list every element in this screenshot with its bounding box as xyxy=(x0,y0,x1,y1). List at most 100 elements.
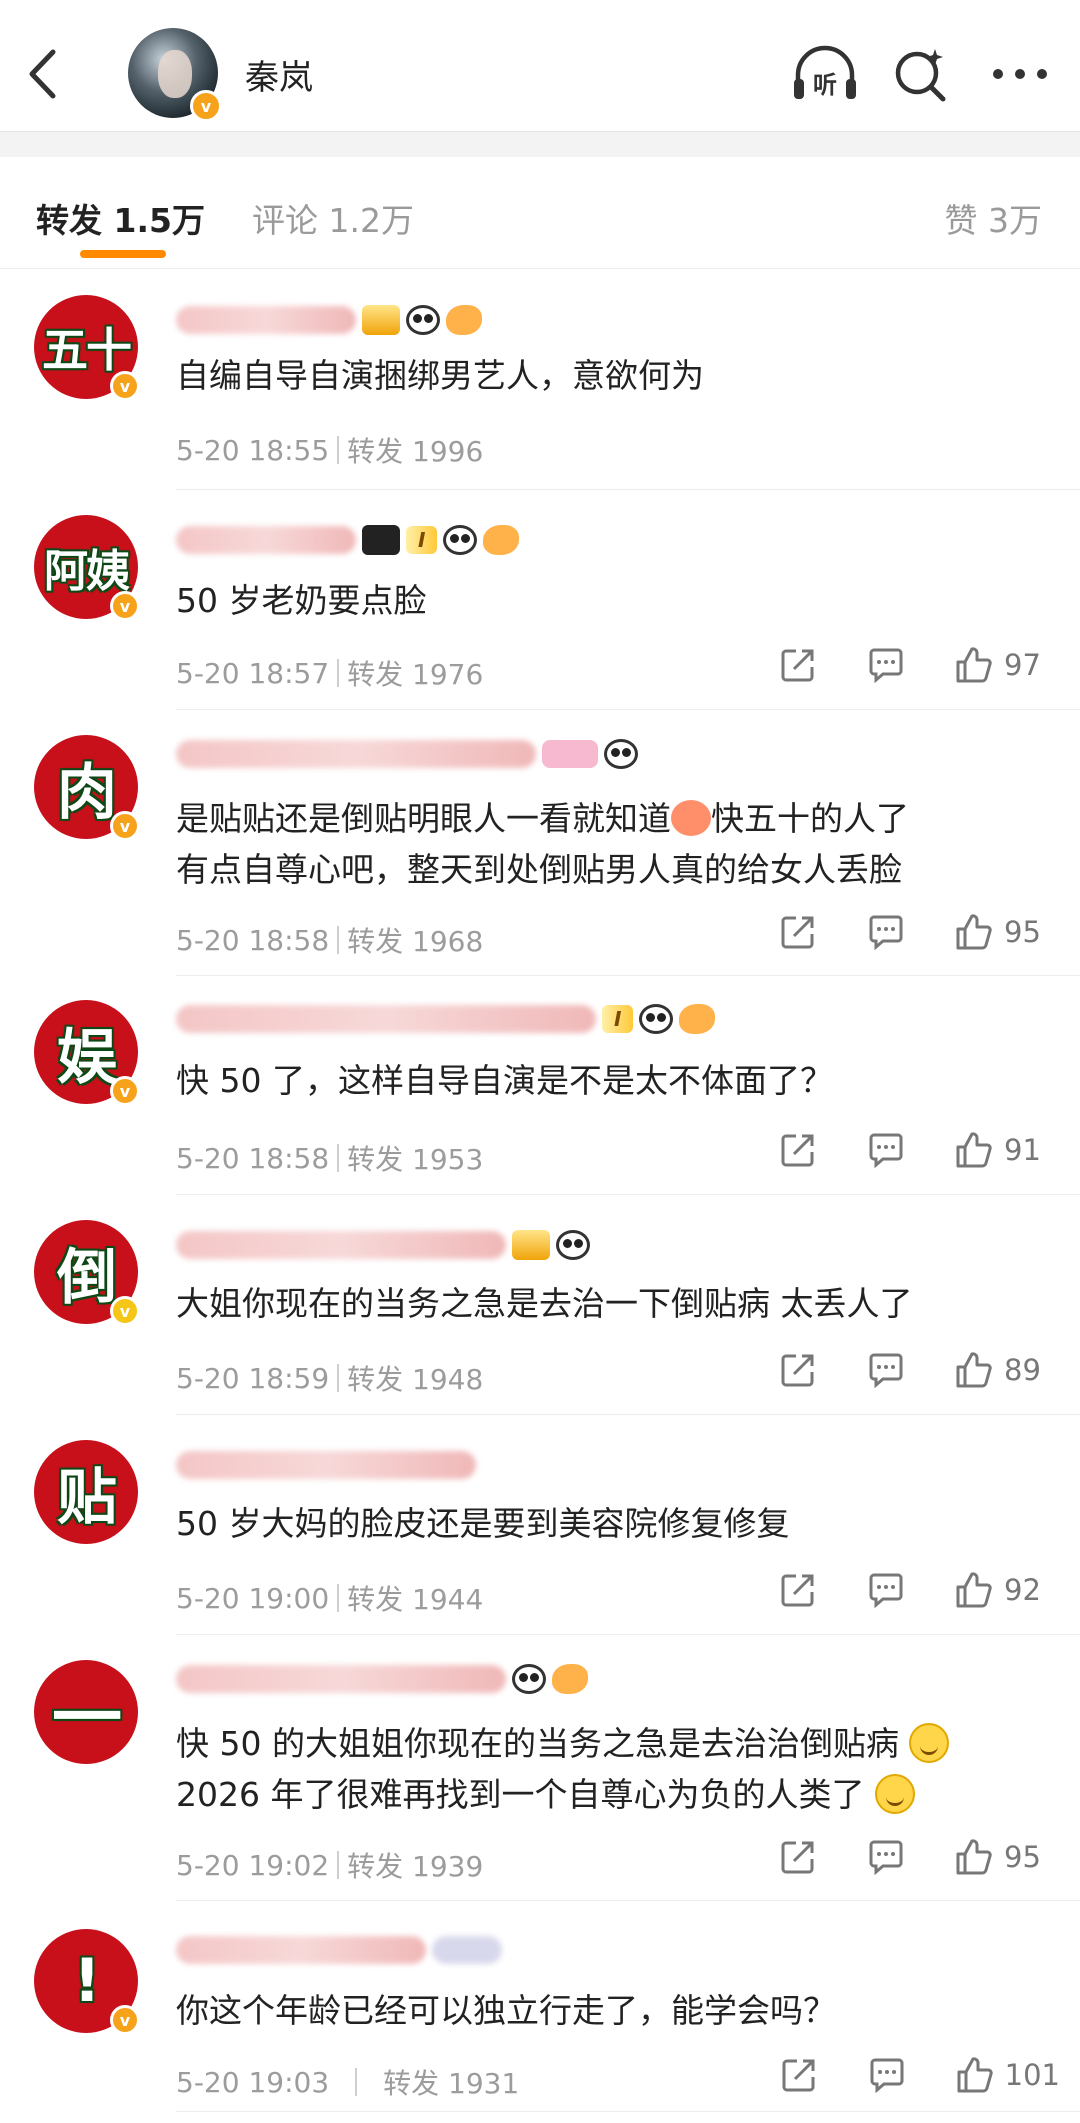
action-bar: 95 xyxy=(778,912,1044,952)
row-divider xyxy=(176,489,1080,490)
like-button[interactable] xyxy=(954,645,994,685)
username[interactable] xyxy=(176,737,638,771)
avatar[interactable]: 阿姨 v xyxy=(34,515,140,621)
thumbs-up-icon xyxy=(956,1572,992,1608)
comment-meta: 5-20 18:58 转发 1953 xyxy=(176,1138,483,1178)
verified-badge-icon: v xyxy=(190,90,222,122)
comment-icon xyxy=(869,1353,903,1388)
share-icon xyxy=(781,1841,814,1874)
comment-text: 快 50 了，这样自导自演是不是太不体面了？ xyxy=(176,1061,833,1100)
like-count: 89 xyxy=(1004,1353,1041,1387)
thumbs-up-icon xyxy=(956,1132,992,1168)
smile-emoji-icon xyxy=(874,1774,915,1814)
like-count: 95 xyxy=(1004,1840,1041,1874)
comment-text-part: 是贴贴还是倒贴明眼人一看就知道 xyxy=(176,799,671,838)
comment-meta: 5-20 18:55 转发 1996 xyxy=(176,430,483,470)
comment-icon xyxy=(869,1133,903,1168)
username[interactable] xyxy=(176,1448,476,1482)
profile-avatar[interactable]: v xyxy=(128,28,222,122)
thumbs-up-icon xyxy=(956,1839,992,1875)
like-count: 92 xyxy=(1004,1573,1041,1607)
comment-button[interactable] xyxy=(866,1130,906,1170)
action-bar: 101 xyxy=(779,2055,1060,2095)
crown-medal-icon xyxy=(512,1230,550,1260)
list-item: 倒 v 大姐你现在的当务之急是去治一下倒贴病 太丢人了 5-20 18:59 转发… xyxy=(0,1210,1080,1415)
blurred-username xyxy=(176,1451,476,1479)
username[interactable] xyxy=(176,1662,588,1696)
comment-button[interactable] xyxy=(866,1570,906,1610)
more-button[interactable] xyxy=(985,44,1055,104)
repost-count: 转发 1996 xyxy=(347,435,484,468)
comment-button[interactable] xyxy=(866,912,906,952)
comment-button[interactable] xyxy=(866,1350,906,1390)
section-divider xyxy=(0,131,1080,157)
share-button[interactable] xyxy=(778,1570,818,1610)
action-bar: 91 xyxy=(778,1130,1044,1170)
username[interactable] xyxy=(176,303,482,337)
back-button[interactable] xyxy=(22,44,62,104)
search-button[interactable] xyxy=(890,44,950,104)
comment-icon xyxy=(870,2058,904,2093)
share-icon xyxy=(781,916,814,949)
like-button[interactable] xyxy=(954,912,994,952)
comment-button[interactable] xyxy=(866,645,906,685)
avatar[interactable]: 肉 v xyxy=(34,735,140,841)
comment-text: 你这个年龄已经可以独立行走了，能学会吗？ xyxy=(176,1991,836,2030)
comment-meta: 5-20 19:00 转发 1944 xyxy=(176,1578,483,1618)
blurred-username xyxy=(176,1665,506,1693)
avatar[interactable]: 一 xyxy=(34,1660,138,1764)
username[interactable]: I xyxy=(176,1002,716,1036)
like-count: 95 xyxy=(1004,915,1041,949)
avatar[interactable]: 娱 v xyxy=(34,1000,140,1106)
panda-medal-icon xyxy=(443,525,478,555)
repost-count: 转发 1948 xyxy=(347,1363,484,1396)
blurred-username xyxy=(176,1005,596,1033)
share-button[interactable] xyxy=(778,1130,818,1170)
timestamp: 5-20 18:58 xyxy=(176,923,330,957)
tab-reposts[interactable]: 转发 1.5万 xyxy=(36,194,205,242)
comment-icon xyxy=(869,1573,903,1608)
username[interactable] xyxy=(176,1228,590,1262)
panda-medal-icon xyxy=(512,1664,546,1694)
thumbs-up-icon xyxy=(956,647,992,683)
level-badge: I xyxy=(406,526,438,554)
avatar[interactable]: 五十 v xyxy=(34,295,140,401)
like-button[interactable] xyxy=(954,1570,994,1610)
share-button[interactable] xyxy=(778,1350,818,1390)
username[interactable] xyxy=(176,1933,502,1967)
comment-text-part: 2026 年了很难再找到一个自尊心为负的人类了 xyxy=(176,1775,865,1814)
share-button[interactable] xyxy=(778,1837,818,1877)
tab-comments[interactable]: 评论 1.2万 xyxy=(252,194,414,242)
tabs-divider xyxy=(0,268,1080,269)
profile-name[interactable]: 秦岚 xyxy=(245,50,313,99)
comment-button[interactable] xyxy=(866,1837,906,1877)
pig-emoji-icon xyxy=(671,800,711,836)
avatar[interactable]: ! v xyxy=(34,1929,140,2035)
like-button[interactable] xyxy=(954,1837,994,1877)
action-bar: 92 xyxy=(778,1570,1044,1610)
repost-count: 转发 1953 xyxy=(347,1143,484,1176)
repost-count: 转发 1976 xyxy=(347,658,484,691)
panda-medal-icon xyxy=(406,305,440,335)
listen-button[interactable]: 听 xyxy=(790,44,860,104)
share-icon xyxy=(781,1354,814,1387)
avatar[interactable]: 倒 v xyxy=(34,1220,140,1326)
like-button[interactable] xyxy=(954,1350,994,1390)
share-button[interactable] xyxy=(779,2055,819,2095)
avatar-text: 贴 xyxy=(57,1462,117,1533)
tab-likes[interactable]: 赞 3万 xyxy=(945,194,1043,242)
comment-meta: 5-20 19:02 转发 1939 xyxy=(176,1845,483,1885)
share-button[interactable] xyxy=(778,912,818,952)
like-button[interactable] xyxy=(955,2055,995,2095)
avatar[interactable]: 贴 xyxy=(34,1440,138,1544)
comment-text-part: 快五十的人了 xyxy=(711,799,909,838)
username[interactable]: I xyxy=(176,523,520,557)
like-button[interactable] xyxy=(954,1130,994,1170)
smile-emoji-icon xyxy=(909,1723,950,1763)
share-button[interactable] xyxy=(778,645,818,685)
list-item: 五十 v 自编自导自演捆绑男艺人，意欲何为 5-20 18:55 转发 1996 xyxy=(0,285,1080,490)
blurred-username xyxy=(176,740,536,768)
comment-button[interactable] xyxy=(867,2055,907,2095)
crown-medal-icon xyxy=(362,305,400,335)
thumbs-up-icon xyxy=(957,2057,993,2093)
